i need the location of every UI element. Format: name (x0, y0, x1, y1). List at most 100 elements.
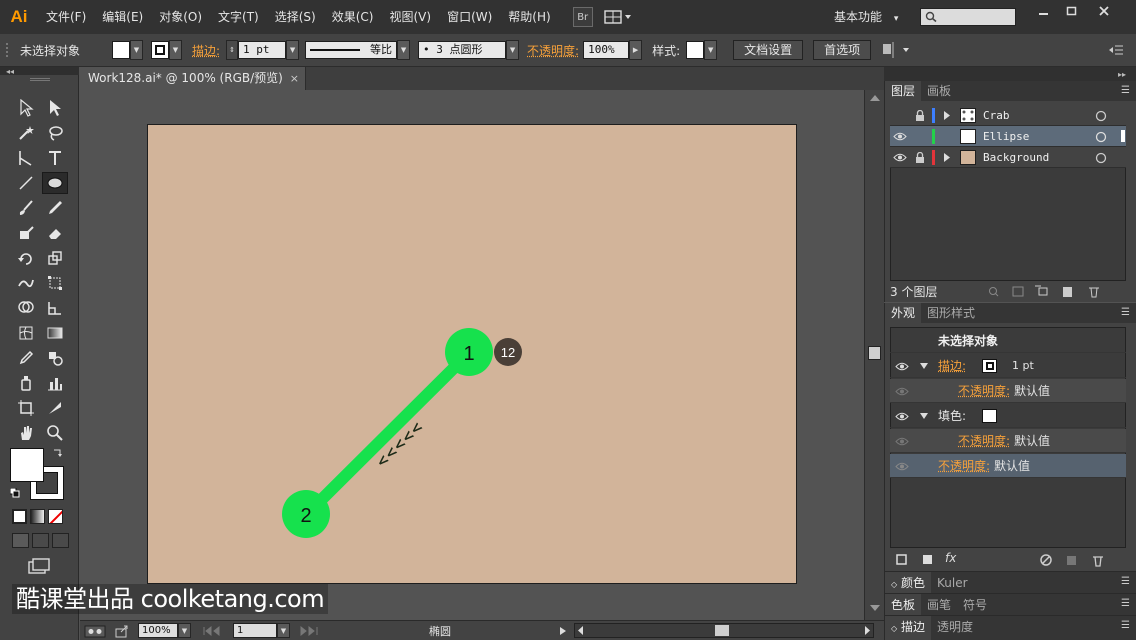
fill-color-box[interactable] (10, 448, 44, 482)
none-mode-button[interactable] (48, 509, 63, 524)
variable-width-profile[interactable]: 等比 (305, 41, 397, 59)
stroke-opacity-label[interactable]: 不透明度: (958, 379, 1010, 403)
artboard-number-input[interactable]: 1 (233, 623, 277, 638)
profile-dropdown[interactable]: ▼ (397, 40, 410, 60)
opacity-input[interactable]: 100% (583, 41, 629, 59)
expand-triangle-icon[interactable] (942, 105, 952, 126)
collapse-triangle-icon[interactable] (919, 361, 929, 371)
pen-tool[interactable] (13, 147, 39, 169)
drawn-path[interactable] (307, 352, 470, 514)
magic-wand-tool[interactable] (13, 122, 39, 144)
tab-symbols[interactable]: 符号 (957, 594, 993, 616)
artboard-navigator-icon[interactable] (84, 624, 106, 638)
eyedropper-tool[interactable] (13, 347, 39, 369)
close-document-icon[interactable]: × (290, 67, 299, 90)
brush-dropdown[interactable]: ▼ (506, 40, 519, 60)
zoom-dropdown[interactable]: ▼ (178, 623, 191, 638)
menu-object[interactable]: 对象(O) (151, 0, 210, 34)
visibility-toggle[interactable] (890, 147, 910, 168)
horizontal-scroll-thumb[interactable] (715, 625, 729, 636)
add-fill-icon[interactable] (921, 553, 935, 567)
maximize-button[interactable] (1058, 2, 1086, 20)
fill-dropdown[interactable]: ▼ (130, 40, 143, 60)
direct-selection-tool[interactable] (42, 97, 68, 119)
arrange-documents-button[interactable] (601, 7, 635, 27)
artboard-tool[interactable] (13, 397, 39, 419)
draw-behind-button[interactable] (32, 533, 49, 548)
menu-effect[interactable]: 效果(C) (324, 0, 382, 34)
graphic-style-swatch[interactable] (686, 41, 704, 59)
clear-appearance-icon[interactable] (1039, 553, 1053, 567)
target-circle-icon[interactable] (1095, 131, 1107, 143)
color-mode-button[interactable] (12, 509, 27, 524)
menu-file[interactable]: 文件(F) (38, 0, 94, 34)
appearance-stroke-swatch[interactable] (982, 359, 997, 373)
tab-transparency[interactable]: 透明度 (931, 616, 979, 640)
screen-mode-icon[interactable] (27, 557, 51, 575)
collapse-triangle-icon[interactable] (919, 411, 929, 421)
hand-tool[interactable] (13, 422, 39, 444)
tab-brushes[interactable]: 画笔 (921, 594, 957, 616)
tab-layers[interactable]: 图层 (885, 81, 921, 101)
tab-swatches[interactable]: 色板 (885, 594, 921, 616)
first-artboard-icon[interactable] (201, 625, 231, 637)
scroll-down-icon[interactable] (865, 602, 885, 614)
scroll-up-icon[interactable] (865, 92, 885, 104)
eye-icon[interactable] (895, 437, 909, 446)
stroke-label[interactable]: 描边: (192, 42, 220, 59)
column-graph-tool[interactable] (42, 372, 68, 394)
document-tab[interactable]: Work128.ai* @ 100% (RGB/预览) × (80, 67, 306, 90)
scroll-left-icon[interactable] (575, 624, 587, 637)
target-circle-icon[interactable] (1095, 110, 1107, 122)
menu-help[interactable]: 帮助(H) (500, 0, 558, 34)
vertical-scroll-thumb[interactable] (868, 346, 881, 360)
graphic-style-dropdown[interactable]: ▼ (704, 40, 717, 60)
lasso-tool[interactable] (42, 122, 68, 144)
swap-fill-stroke-icon[interactable] (52, 447, 64, 459)
blend-tool[interactable] (42, 347, 68, 369)
tab-kuler[interactable]: Kuler (931, 572, 974, 594)
close-window-button[interactable] (1090, 2, 1118, 20)
opacity-label[interactable]: 不透明度: (527, 42, 579, 59)
scroll-right-icon[interactable] (861, 624, 873, 637)
swatches-panel-menu-icon[interactable]: ☰ (1121, 598, 1130, 609)
shape-builder-tool[interactable] (13, 297, 39, 319)
document-setup-button[interactable]: 文档设置 (733, 40, 803, 60)
layers-panel-menu-icon[interactable]: ☰ (1121, 85, 1130, 96)
layer-row-ellipse[interactable]: Ellipse (890, 126, 1126, 147)
eye-icon[interactable] (895, 362, 909, 371)
scale-tool[interactable] (42, 247, 68, 269)
eraser-tool[interactable] (42, 222, 68, 244)
brush-definition[interactable]: • 3 点圆形 (418, 41, 506, 59)
slice-tool[interactable] (42, 397, 68, 419)
menu-view[interactable]: 视图(V) (381, 0, 439, 34)
menu-edit[interactable]: 编辑(E) (94, 0, 151, 34)
appearance-object-opacity-row[interactable]: 不透明度: 默认值 (890, 454, 1126, 478)
object-opacity-label[interactable]: 不透明度: (938, 454, 990, 478)
stroke-panel-menu-icon[interactable]: ☰ (1121, 620, 1130, 631)
vertical-scrollbar[interactable] (864, 90, 884, 620)
warp-tool[interactable] (13, 272, 39, 294)
eye-icon[interactable] (895, 412, 909, 421)
opacity-arrow[interactable]: ▶ (629, 40, 642, 60)
stroke-weight-input[interactable]: 1 pt (238, 41, 286, 59)
fill-swatch[interactable] (112, 41, 130, 59)
gradient-tool[interactable] (42, 322, 68, 344)
artboard-number-dropdown[interactable]: ▼ (277, 623, 290, 638)
workspace-switcher[interactable]: 基本功能 ▾ (834, 0, 898, 36)
lock-icon[interactable] (912, 147, 928, 168)
status-menu-arrow-icon[interactable] (558, 625, 568, 637)
duplicate-item-icon[interactable] (1065, 553, 1079, 567)
delete-item-icon[interactable] (1091, 553, 1105, 567)
type-tool[interactable] (42, 147, 68, 169)
stroke-dropdown[interactable]: ▼ (169, 40, 182, 60)
line-segment-tool[interactable] (13, 172, 39, 194)
visibility-toggle[interactable] (890, 126, 910, 147)
zoom-level-input[interactable]: 100% (138, 623, 178, 638)
rotate-tool[interactable] (13, 247, 39, 269)
eye-icon[interactable] (895, 387, 909, 396)
help-search-input[interactable] (920, 8, 1016, 26)
last-artboard-icon[interactable] (298, 625, 328, 637)
tab-color[interactable]: ◇ 颜色 (885, 572, 931, 594)
appearance-fill-opacity-row[interactable]: 不透明度: 默认值 (890, 429, 1126, 453)
